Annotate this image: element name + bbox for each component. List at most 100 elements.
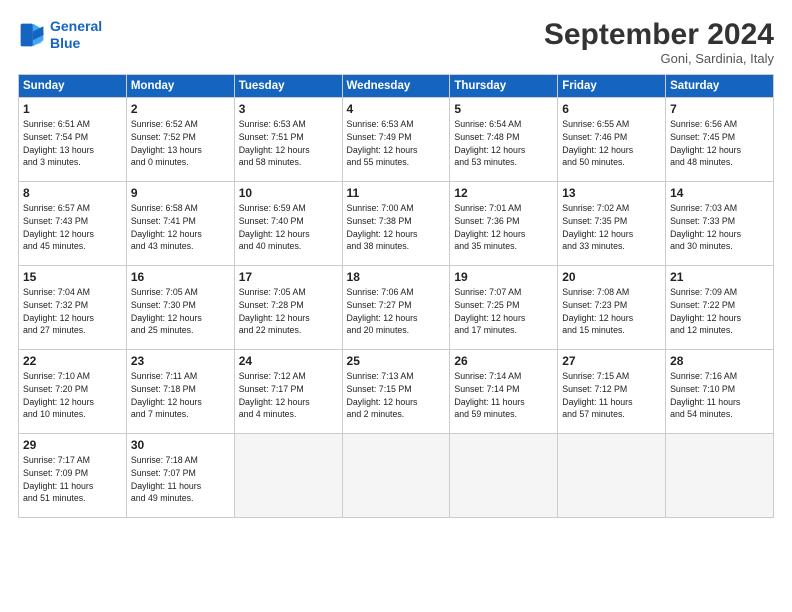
cell-line: Daylight: 12 hours bbox=[347, 228, 446, 241]
day-number: 27 bbox=[562, 354, 661, 368]
cell-line: Daylight: 12 hours bbox=[131, 312, 230, 325]
day-cell-16: 16Sunrise: 7:05 AMSunset: 7:30 PMDayligh… bbox=[126, 266, 234, 350]
logo-line2: Blue bbox=[50, 35, 80, 51]
day-number: 30 bbox=[131, 438, 230, 452]
cell-line: Sunrise: 7:10 AM bbox=[23, 370, 122, 383]
cell-line: Daylight: 11 hours bbox=[454, 396, 553, 409]
cell-content: Sunrise: 7:00 AMSunset: 7:38 PMDaylight:… bbox=[347, 202, 446, 253]
cell-line: Daylight: 12 hours bbox=[239, 396, 338, 409]
cell-line: Sunrise: 7:01 AM bbox=[454, 202, 553, 215]
cell-line: and 2 minutes. bbox=[347, 408, 446, 421]
cell-line: Sunset: 7:15 PM bbox=[347, 383, 446, 396]
col-header-thursday: Thursday bbox=[450, 75, 558, 98]
cell-line: Sunrise: 7:02 AM bbox=[562, 202, 661, 215]
empty-cell bbox=[342, 434, 450, 518]
cell-content: Sunrise: 7:05 AMSunset: 7:30 PMDaylight:… bbox=[131, 286, 230, 337]
day-number: 17 bbox=[239, 270, 338, 284]
cell-line: Sunrise: 6:56 AM bbox=[670, 118, 769, 131]
day-cell-5: 5 Sunrise: 6:54 AMSunset: 7:48 PMDaylight… bbox=[450, 98, 558, 182]
day-number: 26 bbox=[454, 354, 553, 368]
cell-content: Sunrise: 7:02 AMSunset: 7:35 PMDaylight:… bbox=[562, 202, 661, 253]
day-cell-24: 24Sunrise: 7:12 AMSunset: 7:17 PMDayligh… bbox=[234, 350, 342, 434]
cell-line: Sunrise: 7:05 AM bbox=[239, 286, 338, 299]
cell-content: Sunrise: 7:04 AMSunset: 7:32 PMDaylight:… bbox=[23, 286, 122, 337]
cell-line: Sunset: 7:12 PM bbox=[562, 383, 661, 396]
day-number: 5 bbox=[454, 102, 553, 116]
day-number: 10 bbox=[239, 186, 338, 200]
calendar-table: SundayMondayTuesdayWednesdayThursdayFrid… bbox=[18, 74, 774, 518]
day-cell-25: 25Sunrise: 7:13 AMSunset: 7:15 PMDayligh… bbox=[342, 350, 450, 434]
header-row: SundayMondayTuesdayWednesdayThursdayFrid… bbox=[19, 75, 774, 98]
day-cell-30: 30 Sunrise: 7:18 AMSunset: 7:07 PMDayligh… bbox=[126, 434, 234, 518]
cell-content: Sunrise: 7:06 AMSunset: 7:27 PMDaylight:… bbox=[347, 286, 446, 337]
cell-content: Sunrise: 6:54 AMSunset: 7:48 PMDaylight:… bbox=[454, 118, 553, 169]
cell-line: Sunset: 7:35 PM bbox=[562, 215, 661, 228]
cell-line: Daylight: 12 hours bbox=[670, 312, 769, 325]
cell-line: Sunset: 7:07 PM bbox=[131, 467, 230, 480]
cell-line: and 4 minutes. bbox=[239, 408, 338, 421]
cell-line: Sunset: 7:23 PM bbox=[562, 299, 661, 312]
location: Goni, Sardinia, Italy bbox=[544, 51, 774, 66]
cell-line: Daylight: 11 hours bbox=[562, 396, 661, 409]
cell-line: Sunset: 7:40 PM bbox=[239, 215, 338, 228]
cell-line: Daylight: 12 hours bbox=[454, 312, 553, 325]
cell-line: and 10 minutes. bbox=[23, 408, 122, 421]
week-row-3: 15Sunrise: 7:04 AMSunset: 7:32 PMDayligh… bbox=[19, 266, 774, 350]
day-number: 14 bbox=[670, 186, 769, 200]
cell-line: and 57 minutes. bbox=[562, 408, 661, 421]
logo-icon bbox=[18, 21, 46, 49]
cell-content: Sunrise: 6:52 AMSunset: 7:52 PMDaylight:… bbox=[131, 118, 230, 169]
cell-line: Sunrise: 6:52 AM bbox=[131, 118, 230, 131]
day-number: 3 bbox=[239, 102, 338, 116]
cell-line: and 35 minutes. bbox=[454, 240, 553, 253]
cell-content: Sunrise: 7:11 AMSunset: 7:18 PMDaylight:… bbox=[131, 370, 230, 421]
cell-line: Sunset: 7:27 PM bbox=[347, 299, 446, 312]
cell-content: Sunrise: 7:15 AMSunset: 7:12 PMDaylight:… bbox=[562, 370, 661, 421]
cell-line: Sunrise: 6:54 AM bbox=[454, 118, 553, 131]
day-number: 25 bbox=[347, 354, 446, 368]
cell-line: Daylight: 12 hours bbox=[454, 144, 553, 157]
day-number: 13 bbox=[562, 186, 661, 200]
cell-line: and 22 minutes. bbox=[239, 324, 338, 337]
cell-line: Sunrise: 7:07 AM bbox=[454, 286, 553, 299]
day-cell-22: 22Sunrise: 7:10 AMSunset: 7:20 PMDayligh… bbox=[19, 350, 127, 434]
day-number: 18 bbox=[347, 270, 446, 284]
cell-content: Sunrise: 7:03 AMSunset: 7:33 PMDaylight:… bbox=[670, 202, 769, 253]
cell-line: and 27 minutes. bbox=[23, 324, 122, 337]
cell-content: Sunrise: 7:07 AMSunset: 7:25 PMDaylight:… bbox=[454, 286, 553, 337]
cell-line: Sunrise: 7:04 AM bbox=[23, 286, 122, 299]
cell-content: Sunrise: 6:58 AMSunset: 7:41 PMDaylight:… bbox=[131, 202, 230, 253]
cell-line: Daylight: 12 hours bbox=[131, 228, 230, 241]
cell-line: Daylight: 12 hours bbox=[347, 312, 446, 325]
cell-line: Sunset: 7:46 PM bbox=[562, 131, 661, 144]
cell-line: Daylight: 12 hours bbox=[239, 228, 338, 241]
day-cell-18: 18 Sunrise: 7:06 AMSunset: 7:27 PMDayligh… bbox=[342, 266, 450, 350]
cell-line: and 30 minutes. bbox=[670, 240, 769, 253]
cell-line: Sunset: 7:43 PM bbox=[23, 215, 122, 228]
cell-line: and 3 minutes. bbox=[23, 156, 122, 169]
cell-content: Sunrise: 7:18 AMSunset: 7:07 PMDaylight:… bbox=[131, 454, 230, 505]
cell-line: and 50 minutes. bbox=[562, 156, 661, 169]
day-number: 22 bbox=[23, 354, 122, 368]
day-cell-8: 8Sunrise: 6:57 AMSunset: 7:43 PMDaylight… bbox=[19, 182, 127, 266]
cell-line: Sunset: 7:25 PM bbox=[454, 299, 553, 312]
cell-content: Sunrise: 7:09 AMSunset: 7:22 PMDaylight:… bbox=[670, 286, 769, 337]
cell-line: Sunset: 7:45 PM bbox=[670, 131, 769, 144]
logo-line1: General bbox=[50, 18, 102, 34]
day-cell-3: 3Sunrise: 6:53 AMSunset: 7:51 PMDaylight… bbox=[234, 98, 342, 182]
day-cell-9: 9Sunrise: 6:58 AMSunset: 7:41 PMDaylight… bbox=[126, 182, 234, 266]
cell-line: Sunset: 7:30 PM bbox=[131, 299, 230, 312]
cell-line: Sunrise: 7:17 AM bbox=[23, 454, 122, 467]
day-cell-2: 2Sunrise: 6:52 AMSunset: 7:52 PMDaylight… bbox=[126, 98, 234, 182]
cell-line: and 53 minutes. bbox=[454, 156, 553, 169]
day-number: 21 bbox=[670, 270, 769, 284]
day-cell-28: 28Sunrise: 7:16 AMSunset: 7:10 PMDayligh… bbox=[666, 350, 774, 434]
cell-line: Sunset: 7:38 PM bbox=[347, 215, 446, 228]
empty-cell bbox=[450, 434, 558, 518]
cell-line: Sunrise: 7:12 AM bbox=[239, 370, 338, 383]
col-header-wednesday: Wednesday bbox=[342, 75, 450, 98]
cell-content: Sunrise: 6:53 AMSunset: 7:49 PMDaylight:… bbox=[347, 118, 446, 169]
month-title: September 2024 bbox=[544, 18, 774, 51]
cell-line: Daylight: 12 hours bbox=[562, 144, 661, 157]
day-cell-19: 19Sunrise: 7:07 AMSunset: 7:25 PMDayligh… bbox=[450, 266, 558, 350]
